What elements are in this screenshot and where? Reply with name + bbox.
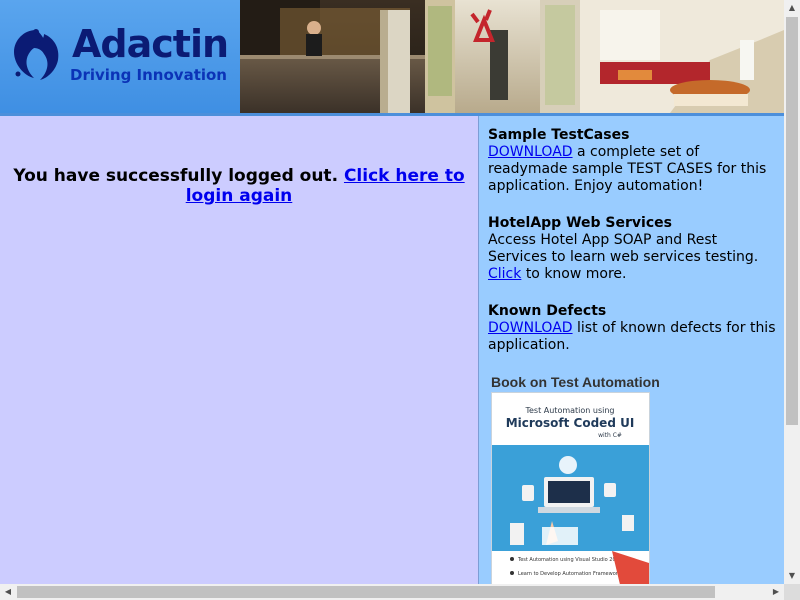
sample-testcases-section: Sample TestCases DOWNLOAD a complete set… (488, 127, 778, 195)
book-cover-line3: with C# (598, 432, 622, 439)
known-defects-section: Known Defects DOWNLOAD list of known def… (488, 303, 778, 354)
header: Adactin Driving Innovation (0, 0, 784, 116)
brand-name: Adactin (72, 22, 229, 66)
web-services-text-after: to know more. (525, 266, 627, 282)
vertical-scroll-thumb[interactable] (786, 17, 798, 425)
book-cover-image[interactable]: Test Automation using Microsoft Coded UI… (491, 392, 650, 584)
vertical-scrollbar[interactable]: ▲ ▼ (784, 0, 800, 584)
main-content: You have successfully logged out. Click … (0, 116, 478, 584)
web-services-text: Access Hotel App SOAP and Rest Services … (488, 232, 759, 265)
adactin-logo-icon (14, 29, 59, 80)
book-bullet-1: Test Automation using Visual Studio 2013 (517, 557, 622, 563)
web-services-title: HotelApp Web Services (488, 215, 672, 231)
horizontal-scroll-thumb[interactable] (17, 586, 715, 598)
known-defects-download-link[interactable]: DOWNLOAD (488, 320, 573, 336)
known-defects-title: Known Defects (488, 303, 607, 319)
logout-text: You have successfully logged out. (13, 166, 339, 186)
scroll-left-icon[interactable]: ◀ (0, 584, 16, 600)
horizontal-scrollbar[interactable]: ◀ ▶ (0, 584, 784, 600)
scroll-up-icon[interactable]: ▲ (784, 0, 800, 16)
brand-tagline: Driving Innovation (70, 66, 227, 84)
web-services-click-link[interactable]: Click (488, 266, 521, 282)
book-heading: Book on Test Automation (491, 374, 660, 390)
logout-message: You have successfully logged out. Click … (0, 166, 478, 206)
book-cover-illustration: Test Automation using Microsoft Coded UI… (492, 393, 649, 584)
book-cover-line2: Microsoft Coded UI (506, 416, 635, 430)
sidebar: Sample TestCases DOWNLOAD a complete set… (479, 116, 784, 584)
scrollbar-corner (784, 584, 800, 600)
book-bullet-2: Learn to Develop Automation Framework (518, 571, 621, 577)
adactin-logo: Adactin Driving Innovation (0, 0, 240, 113)
sample-testcases-download-link[interactable]: DOWNLOAD (488, 144, 573, 160)
sample-testcases-title: Sample TestCases (488, 127, 630, 143)
web-services-section: HotelApp Web Services Access Hotel App S… (488, 215, 778, 283)
scroll-down-icon[interactable]: ▼ (784, 568, 800, 584)
hotel-lobby-banner (240, 0, 784, 113)
book-cover-line1: Test Automation using (524, 406, 614, 415)
scroll-right-icon[interactable]: ▶ (768, 584, 784, 600)
